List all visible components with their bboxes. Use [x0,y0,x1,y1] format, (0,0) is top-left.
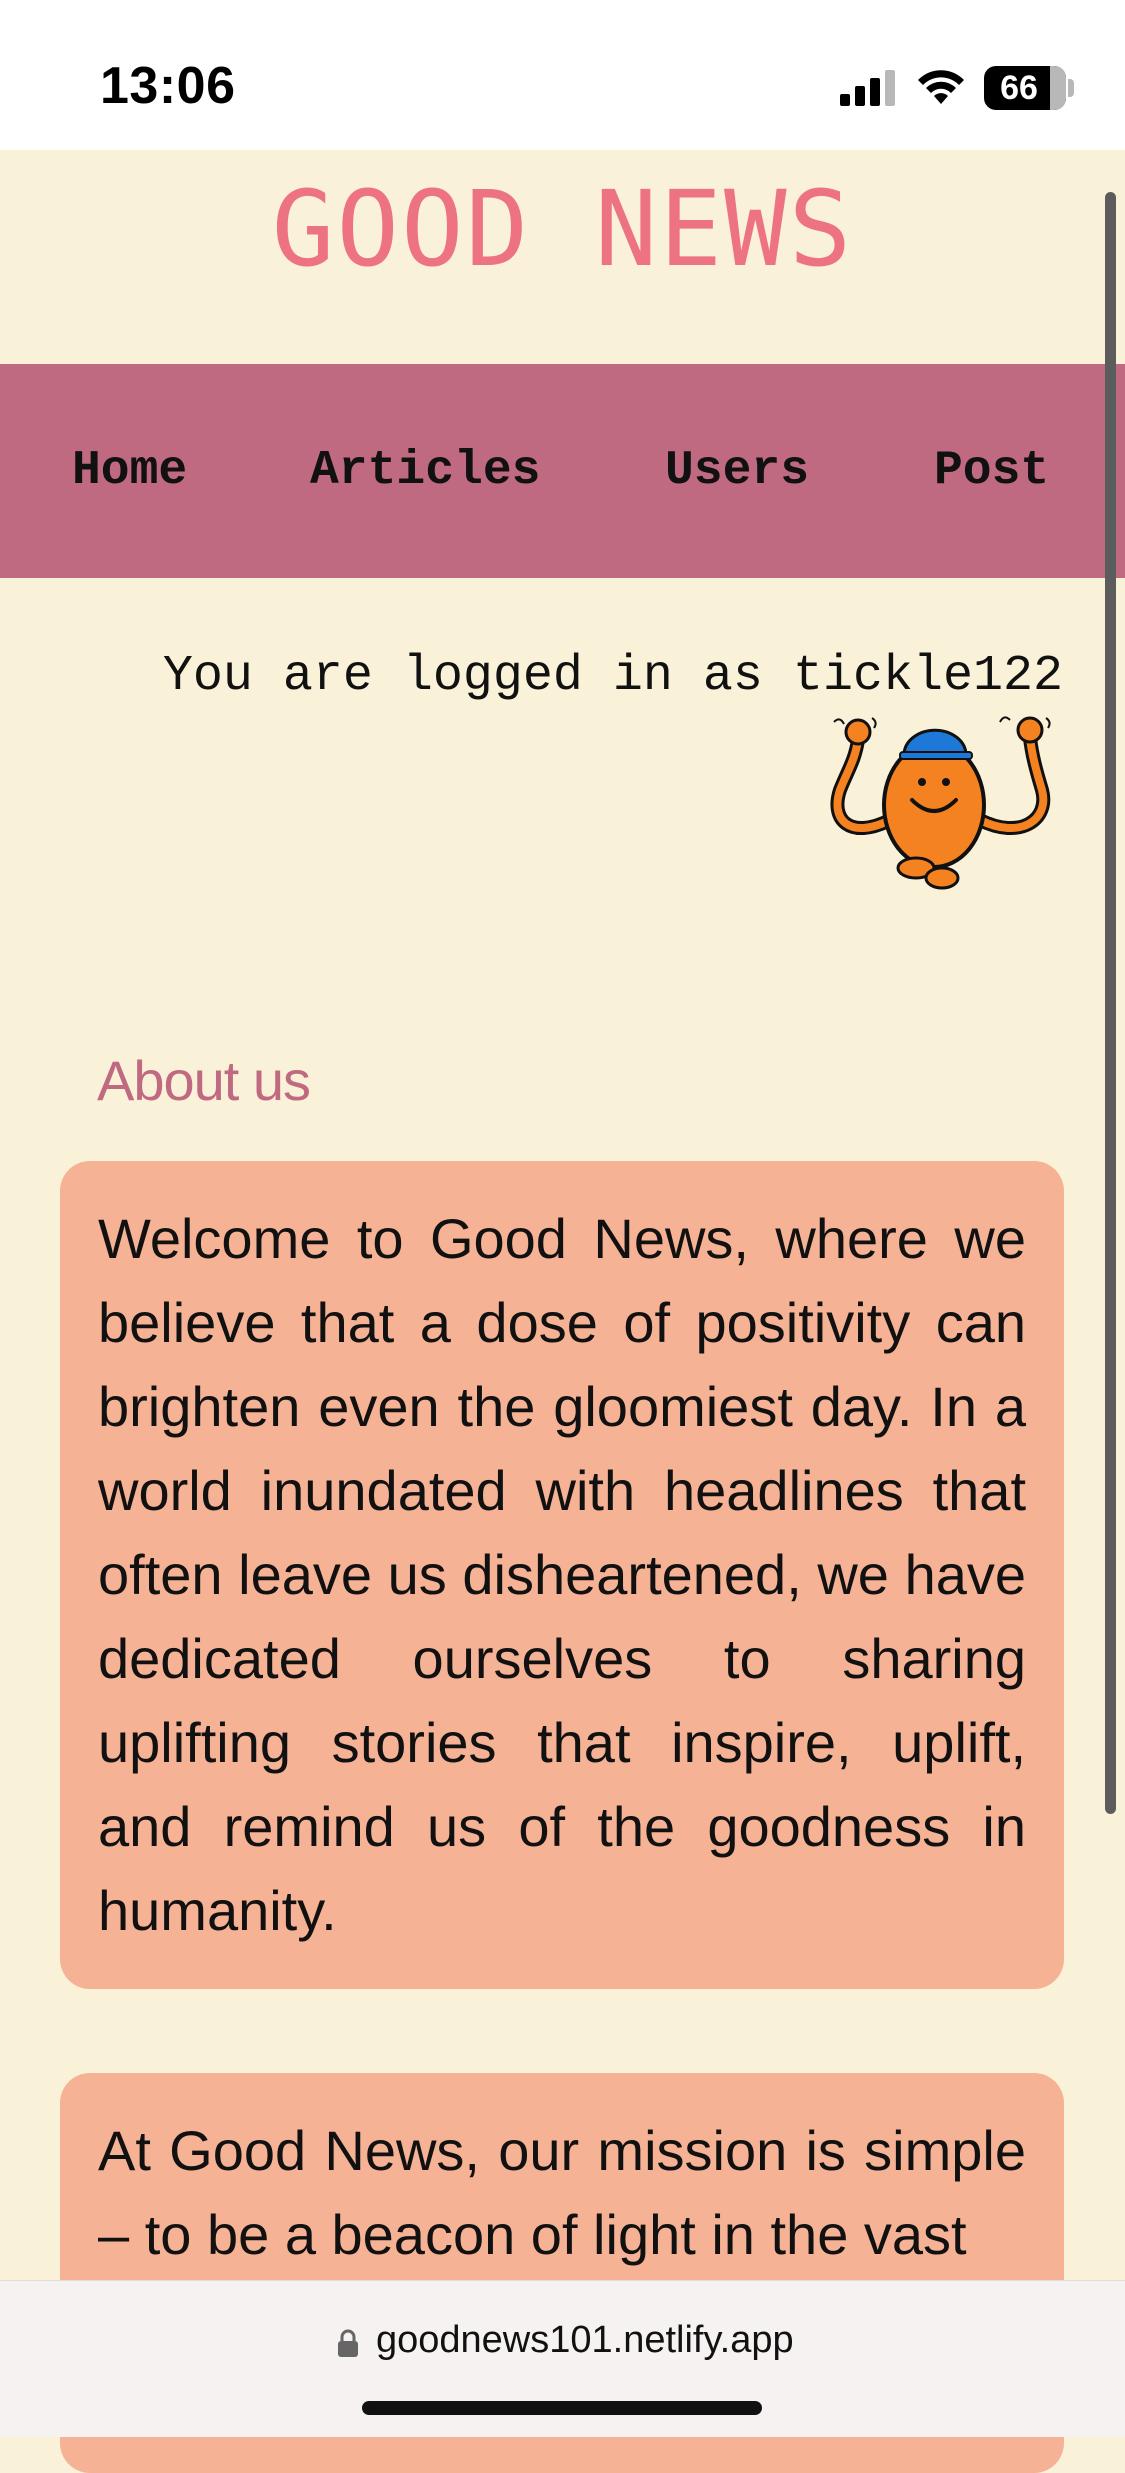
logged-in-text: You are logged in as tickle122 [162,648,1063,705]
about-heading: About us [97,1049,311,1112]
signal-icon [840,70,895,106]
page-scrollbar[interactable] [1105,192,1116,1814]
nav-articles-link[interactable]: Articles [310,444,540,498]
status-time: 13:06 [100,57,236,115]
battery-cap [1068,79,1074,97]
nav-users-link[interactable]: Users [665,444,809,498]
wifi-icon [918,70,964,104]
battery-icon: 66 [984,66,1066,110]
nav-home-link[interactable]: Home [72,444,187,498]
about-paragraph: Welcome to Good News, where we believe t… [98,1207,1026,1942]
status-bar: 13:06 66 [0,0,1125,150]
battery-level: 66 [1000,69,1038,107]
home-indicator[interactable] [362,2401,762,2415]
mission-paragraph: At Good News, our mission is simple – to… [98,2119,1026,2266]
nav-post-link[interactable]: Post [934,444,1049,498]
url-text[interactable]: goodnews101.netlify.app [376,2319,794,2362]
site-title[interactable]: GOOD NEWS [0,168,1125,290]
mr-tickle-mascot-icon [830,716,1051,890]
about-card: Welcome to Good News, where we believe t… [60,1161,1064,1989]
main-nav: Home Articles Users Post [0,364,1125,578]
lock-icon [338,2329,358,2357]
browser-address-bar[interactable]: goodnews101.netlify.app [0,2280,1125,2437]
